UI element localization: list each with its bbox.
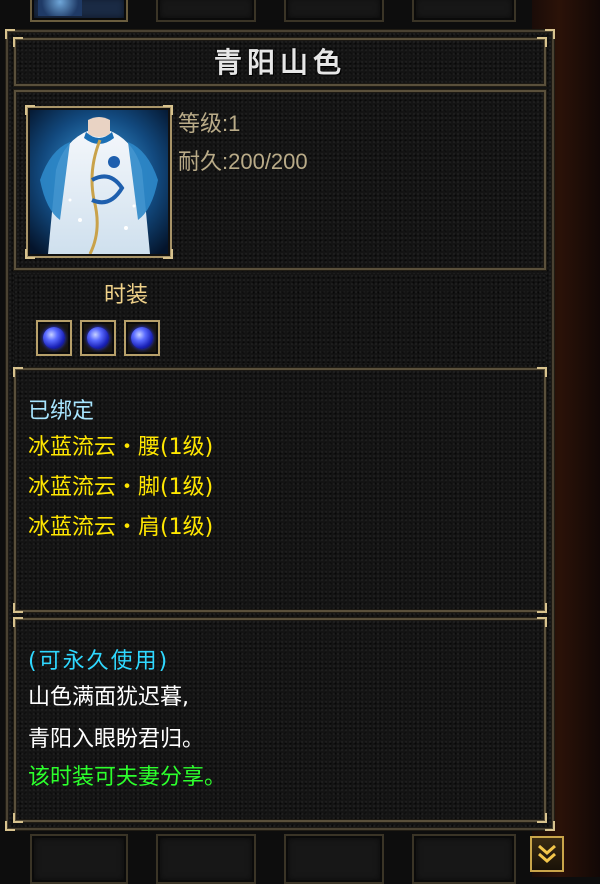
item-category: 时装 bbox=[104, 283, 149, 308]
category-section: 时装 bbox=[14, 274, 546, 364]
item-level: 等级:1 bbox=[178, 111, 241, 136]
poem-line: 青阳入眼盼君归。 bbox=[28, 727, 205, 752]
frame-corner bbox=[13, 367, 23, 377]
item-portrait[interactable] bbox=[25, 105, 173, 259]
bottom-slot-row bbox=[0, 832, 600, 884]
description-panel: (可永久使用) 山色满面犹迟暮, 青阳入眼盼君归。 该时装可夫妻分享。 bbox=[13, 617, 547, 823]
attribute-panel: 已绑定 冰蓝流云・腰(1级) 冰蓝流云・脚(1级) 冰蓝流云・肩(1级) bbox=[13, 367, 547, 613]
item-info-panel: 等级:1 耐久:200/200 bbox=[14, 90, 546, 270]
blue-orb-gem-icon bbox=[131, 327, 153, 349]
usage-duration: (可永久使用) bbox=[28, 649, 170, 674]
frame-corner bbox=[13, 617, 23, 627]
poem-line: 山色满面犹迟暮, bbox=[28, 685, 189, 710]
frame-corner bbox=[13, 603, 23, 613]
blue-orb-gem-icon bbox=[43, 327, 65, 349]
bound-status: 已绑定 bbox=[28, 399, 95, 424]
equipped-item-thumbnail-icon bbox=[38, 0, 82, 16]
frame-corner bbox=[537, 617, 547, 627]
frame-corner bbox=[537, 603, 547, 613]
set-item-line: 冰蓝流云・腰(1级) bbox=[28, 435, 214, 460]
scroll-down-button[interactable] bbox=[530, 836, 564, 872]
item-durability: 耐久:200/200 bbox=[178, 149, 308, 174]
gem-socket[interactable] bbox=[124, 320, 160, 356]
title-bar: 青阳山色 bbox=[13, 37, 547, 86]
inventory-slot[interactable] bbox=[156, 0, 256, 22]
frame-corner bbox=[537, 813, 547, 823]
inventory-slot[interactable] bbox=[284, 0, 384, 22]
gem-socket[interactable] bbox=[80, 320, 116, 356]
inventory-slot[interactable] bbox=[30, 0, 128, 22]
chevron-down-icon bbox=[538, 844, 556, 863]
fashion-qipao-portrait-icon bbox=[30, 110, 168, 254]
blue-orb-gem-icon bbox=[87, 327, 109, 349]
frame-corner bbox=[537, 367, 547, 377]
item-name: 青阳山色 bbox=[213, 46, 346, 79]
frame-corner bbox=[13, 813, 23, 823]
inventory-slot[interactable] bbox=[412, 0, 516, 22]
couple-share-note: 该时装可夫妻分享。 bbox=[28, 765, 227, 790]
top-slot-row bbox=[0, 0, 600, 877]
set-item-line: 冰蓝流云・肩(1级) bbox=[28, 515, 214, 540]
gem-socket[interactable] bbox=[36, 320, 72, 356]
set-item-line: 冰蓝流云・脚(1级) bbox=[28, 475, 214, 500]
